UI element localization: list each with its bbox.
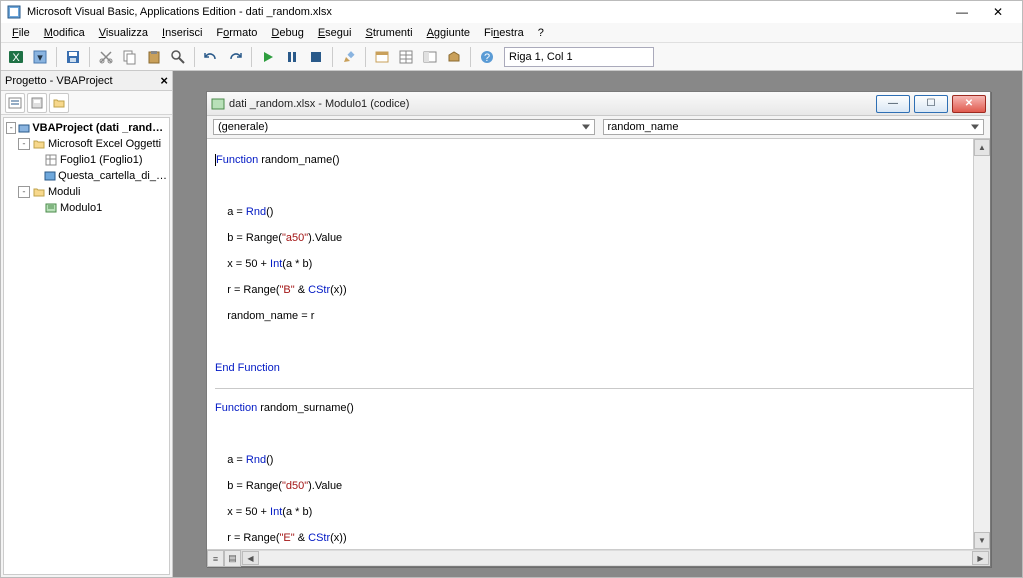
break-button[interactable]: [281, 46, 303, 68]
view-excel-button[interactable]: X: [5, 46, 27, 68]
scroll-right-button[interactable]: ▶: [972, 551, 989, 565]
full-module-view-button[interactable]: ▤: [224, 550, 241, 567]
code-window-title: dati _random.xlsx - Modulo1 (codice): [229, 98, 409, 110]
cursor-location-text: Riga 1, Col 1: [509, 51, 573, 63]
menu-formato[interactable]: Formato: [209, 25, 264, 41]
run-button[interactable]: [257, 46, 279, 68]
procedure-view-button[interactable]: ≡: [207, 550, 224, 567]
undo-button[interactable]: [200, 46, 222, 68]
view-code-button[interactable]: [5, 93, 25, 113]
project-explorer-button[interactable]: [371, 46, 393, 68]
cursor-location-box[interactable]: Riga 1, Col 1: [504, 47, 654, 67]
sheet-icon: [44, 153, 58, 167]
copy-button[interactable]: [119, 46, 141, 68]
reset-button[interactable]: [305, 46, 327, 68]
find-button[interactable]: [167, 46, 189, 68]
tree-modulo1[interactable]: Modulo1: [4, 200, 169, 216]
menu-aggiunte[interactable]: Aggiunte: [420, 25, 477, 41]
menu-visualizza[interactable]: Visualizza: [92, 25, 155, 41]
object-browser-button[interactable]: [419, 46, 441, 68]
save-button[interactable]: [62, 46, 84, 68]
app-minimize-button[interactable]: —: [944, 2, 980, 22]
menu-inserisci[interactable]: Inserisci: [155, 25, 209, 41]
code-window-minimize-button[interactable]: —: [876, 95, 910, 113]
svg-text:▾: ▾: [37, 52, 43, 64]
scroll-up-button[interactable]: ▲: [974, 139, 990, 156]
cut-button[interactable]: [95, 46, 117, 68]
menu-strumenti[interactable]: Strumenti: [358, 25, 419, 41]
expander-icon[interactable]: -: [6, 122, 16, 134]
insert-module-button[interactable]: ▾: [29, 46, 51, 68]
module-icon: [44, 201, 58, 215]
project-icon: [18, 121, 30, 135]
toggle-folders-button[interactable]: [49, 93, 69, 113]
menu-bar: FFileile Modifica Visualizza Inserisci F…: [1, 23, 1022, 43]
tree-moduli[interactable]: - Moduli: [4, 184, 169, 200]
project-explorer-title: Progetto - VBAProject ×: [1, 71, 172, 91]
tree-excel-objects[interactable]: - Microsoft Excel Oggetti: [4, 136, 169, 152]
code-editor[interactable]: Function random_name() a = Rnd() b = Ran…: [207, 139, 973, 549]
design-mode-button[interactable]: [338, 46, 360, 68]
code-window: dati _random.xlsx - Modulo1 (codice) — ☐…: [206, 91, 991, 567]
vertical-scrollbar[interactable]: ▲ ▼: [973, 139, 990, 549]
code-window-maximize-button[interactable]: ☐: [914, 95, 948, 113]
project-explorer-toolbar: [1, 91, 172, 115]
title-bar: Microsoft Visual Basic, Applications Edi…: [1, 1, 1022, 23]
view-object-button[interactable]: [27, 93, 47, 113]
app-icon: [7, 5, 21, 19]
redo-button[interactable]: [224, 46, 246, 68]
project-tree[interactable]: - VBAProject (dati _random.xlsx) - Micro…: [3, 117, 170, 575]
app-title: Microsoft Visual Basic, Applications Edi…: [27, 6, 332, 18]
scroll-left-button[interactable]: ◀: [242, 551, 259, 565]
project-explorer-close-button[interactable]: ×: [160, 73, 168, 88]
object-dropdown[interactable]: (generale): [213, 119, 595, 135]
toolbox-button[interactable]: [443, 46, 465, 68]
toolbar: X ▾ ? Riga 1, Col 1: [1, 43, 1022, 71]
svg-text:X: X: [12, 52, 20, 64]
procedure-dropdown[interactable]: random_name: [603, 119, 985, 135]
menu-finestra[interactable]: Finestra: [477, 25, 531, 41]
app-close-button[interactable]: ✕: [980, 2, 1016, 22]
paste-button[interactable]: [143, 46, 165, 68]
module-icon: [211, 97, 225, 111]
code-window-close-button[interactable]: ✕: [952, 95, 986, 113]
scroll-down-button[interactable]: ▼: [974, 532, 990, 549]
menu-esegui[interactable]: Esegui: [311, 25, 359, 41]
project-explorer-panel: Progetto - VBAProject × - VBAProject (da…: [1, 71, 173, 577]
menu-file[interactable]: FFileile: [5, 25, 37, 41]
tree-workbook[interactable]: Questa_cartella_di_lavoro: [4, 168, 169, 184]
tree-root[interactable]: - VBAProject (dati _random.xlsx): [4, 120, 169, 136]
mdi-area: dati _random.xlsx - Modulo1 (codice) — ☐…: [173, 71, 1022, 577]
tree-foglio1[interactable]: Foglio1 (Foglio1): [4, 152, 169, 168]
menu-help[interactable]: ?: [531, 25, 551, 41]
workbook-icon: [44, 169, 56, 183]
expander-icon[interactable]: -: [18, 186, 30, 198]
properties-button[interactable]: [395, 46, 417, 68]
folder-icon: [32, 185, 46, 199]
expander-icon[interactable]: -: [18, 138, 30, 150]
code-window-titlebar[interactable]: dati _random.xlsx - Modulo1 (codice) — ☐…: [207, 92, 990, 116]
folder-icon: [32, 137, 46, 151]
menu-debug[interactable]: Debug: [264, 25, 310, 41]
help-button[interactable]: ?: [476, 46, 498, 68]
svg-text:?: ?: [484, 52, 490, 64]
menu-modifica[interactable]: Modifica: [37, 25, 92, 41]
horizontal-scrollbar[interactable]: ◀ ▶: [241, 550, 990, 566]
